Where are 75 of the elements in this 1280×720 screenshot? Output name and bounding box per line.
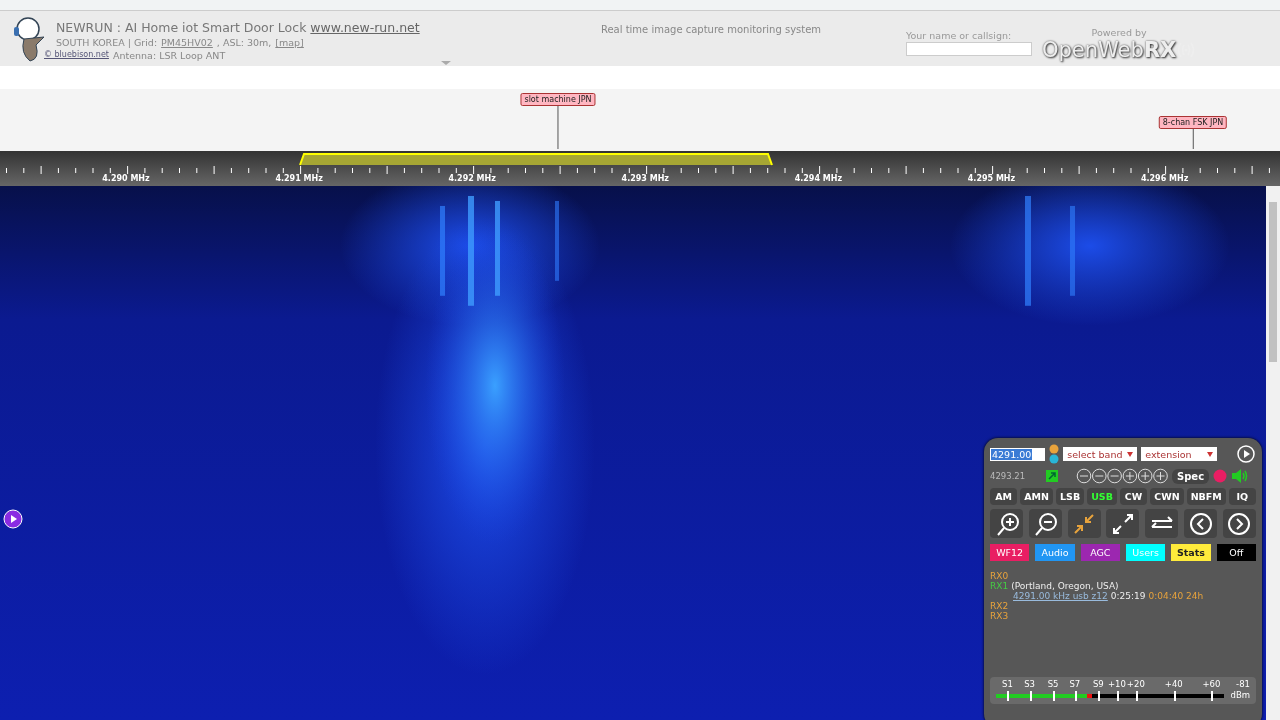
frequency-label: 4.294 MHz bbox=[794, 174, 843, 183]
zoom-steps-drawing[interactable] bbox=[1076, 468, 1168, 484]
meter-label: +40 bbox=[1164, 679, 1183, 689]
receiver-time: 0:25:19 bbox=[1110, 591, 1146, 601]
meter-label: S1 bbox=[1002, 679, 1013, 689]
receiver-link[interactable]: 4291.00 kHz usb z12 bbox=[1013, 591, 1108, 601]
receiver-location: (Portland, Oregon, USA) bbox=[1011, 581, 1119, 591]
bookmark-label[interactable]: slot machine JPN bbox=[520, 93, 596, 106]
scroll-bar[interactable] bbox=[1266, 186, 1280, 720]
panel-tab[interactable]: Stats bbox=[1171, 544, 1211, 561]
mode-button[interactable]: AM bbox=[990, 488, 1018, 505]
mode-button[interactable]: NBFM bbox=[1186, 488, 1226, 505]
frequency-label: 4.292 MHz bbox=[448, 174, 496, 183]
frequency-label: 4.290 MHz bbox=[102, 174, 150, 183]
meter-label: S5 bbox=[1047, 679, 1059, 689]
meter-label: S7 bbox=[1069, 679, 1081, 689]
panel-tab[interactable]: Off bbox=[1216, 544, 1256, 561]
spec-button[interactable]: Spec bbox=[1172, 468, 1210, 484]
speaker-icon[interactable] bbox=[1231, 468, 1250, 484]
callsign-label: Your name or callsign: bbox=[906, 30, 1013, 41]
band-select[interactable]: select band bbox=[1063, 447, 1138, 461]
play-icon[interactable] bbox=[3, 509, 23, 529]
frequency-label: 4.293 MHz bbox=[621, 174, 669, 183]
back-icon bbox=[1187, 510, 1214, 537]
zoom-out-button[interactable] bbox=[1028, 509, 1062, 538]
mode-button[interactable]: USB bbox=[1087, 488, 1117, 505]
forward-button[interactable] bbox=[1222, 509, 1256, 538]
mode-button[interactable]: AMN bbox=[1020, 488, 1053, 505]
dropdown-arrow-icon bbox=[1207, 451, 1214, 457]
link-icon[interactable] bbox=[1046, 470, 1058, 482]
zoom-in-button[interactable] bbox=[990, 509, 1023, 538]
receiver-name: RX0 bbox=[990, 571, 1009, 581]
panel-tab[interactable]: WF12 bbox=[990, 544, 1030, 561]
shrink-button[interactable] bbox=[1067, 509, 1101, 538]
mode-button[interactable]: CWN bbox=[1150, 488, 1184, 505]
location-text: SOUTH KOREA | Grid: bbox=[56, 37, 158, 48]
expand-button[interactable] bbox=[1106, 509, 1140, 538]
up-down-icon[interactable] bbox=[1049, 444, 1060, 464]
meter-label: S9 bbox=[1092, 679, 1104, 689]
credit-link[interactable]: © bluebison.net bbox=[44, 50, 109, 61]
swap-arrows-button[interactable] bbox=[1145, 509, 1179, 538]
back-button[interactable] bbox=[1184, 509, 1218, 538]
antenna-text: Antenna: LSR Loop ANT bbox=[112, 50, 226, 61]
meter-label: +20 bbox=[1126, 679, 1145, 689]
asl-text: , ASL: 30m, bbox=[216, 37, 272, 48]
forward-icon bbox=[1226, 510, 1253, 537]
powered-by-label: Powered by bbox=[1091, 27, 1147, 38]
receiver-name: RX1 bbox=[990, 581, 1009, 591]
openwebrx-logo: OpenWebRX bbox=[1042, 38, 1197, 62]
frequency-label: 4.291 MHz bbox=[275, 174, 323, 183]
tagline: Real time image capture monitoring system bbox=[599, 23, 823, 37]
frequency-field[interactable]: 4291.00 bbox=[990, 447, 1046, 461]
bookmark-label[interactable]: 8-chan FSK JPN bbox=[1158, 116, 1228, 129]
meter-label: S3 bbox=[1024, 679, 1035, 689]
mode-button[interactable]: LSB bbox=[1056, 488, 1085, 505]
receiver-name: RX3 bbox=[990, 611, 1009, 621]
meter-label: +60 bbox=[1202, 679, 1221, 689]
frequency-label: 4.295 MHz bbox=[967, 174, 1016, 183]
site-link[interactable]: www.new-run.net bbox=[310, 20, 420, 35]
receiver-name: RX2 bbox=[990, 601, 1009, 611]
callsign-field[interactable] bbox=[906, 42, 1032, 56]
mode-button[interactable]: CW bbox=[1119, 488, 1148, 505]
dropdown-arrow-icon bbox=[1127, 451, 1134, 457]
play-icon[interactable] bbox=[1236, 444, 1256, 464]
mode-button[interactable]: IQ bbox=[1228, 488, 1256, 505]
zoom-out-icon bbox=[1032, 510, 1059, 537]
meter-reading: -81 bbox=[1235, 679, 1250, 690]
extension-select[interactable]: extension bbox=[1141, 447, 1218, 461]
frequency-label: 4.296 MHz bbox=[1140, 174, 1189, 183]
meter-unit: dBm bbox=[1230, 690, 1250, 702]
offset-frequency: 4293.21 bbox=[990, 471, 1027, 481]
meter-label: +10 bbox=[1107, 679, 1126, 689]
panel-tab[interactable]: AGC bbox=[1080, 544, 1120, 561]
site-title: NEWRUN : AI Home iot Smart Door Lock www.new-run.net bbox=[56, 20, 421, 35]
receiver-elapsed: 0:04:40 24h bbox=[1148, 591, 1204, 601]
